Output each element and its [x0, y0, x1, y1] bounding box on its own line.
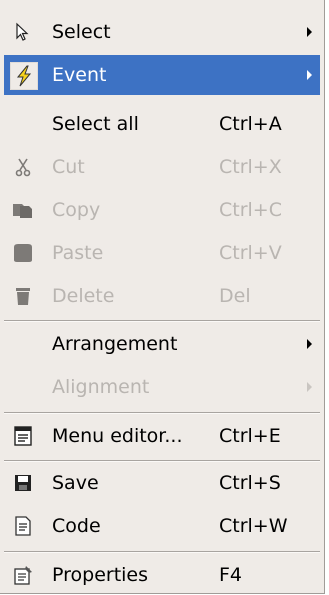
menu-separator: [4, 460, 320, 462]
menu-item-label: Alignment: [52, 376, 150, 398]
menu-item-menu-editor[interactable]: Menu editor... Ctrl+E: [0, 416, 324, 456]
menu-item-label: Select: [52, 21, 111, 43]
menu-item-label: Delete: [52, 285, 115, 307]
pointer-icon: [10, 19, 36, 45]
shortcut-label: Ctrl+V: [219, 242, 282, 264]
floppy-disk-icon: [10, 470, 36, 496]
context-menu: Select Event Select all Ctrl+A Cut Ctrl+…: [0, 0, 325, 594]
menu-item-label: Code: [52, 515, 101, 537]
submenu-arrow-icon: [307, 382, 312, 392]
paste-icon: [10, 240, 36, 266]
shortcut-label: Ctrl+S: [219, 472, 281, 494]
menu-item-copy[interactable]: Copy Ctrl+C: [0, 190, 324, 230]
lightning-icon: [10, 62, 38, 90]
menu-item-select-all[interactable]: Select all Ctrl+A: [0, 104, 324, 144]
menu-item-cut[interactable]: Cut Ctrl+X: [0, 147, 324, 187]
code-document-icon: [10, 513, 36, 539]
menu-separator: [4, 320, 320, 322]
menu-item-select[interactable]: Select: [0, 12, 324, 52]
menu-item-delete[interactable]: Delete Del: [0, 276, 324, 316]
shortcut-label: Ctrl+W: [219, 515, 288, 537]
submenu-arrow-icon: [307, 339, 312, 349]
menu-item-label: Properties: [52, 564, 149, 586]
shortcut-label: Del: [219, 285, 251, 307]
menu-item-label: Event: [52, 64, 107, 86]
shortcut-label: Ctrl+A: [219, 113, 282, 135]
trash-icon: [10, 283, 36, 309]
menu-separator: [4, 551, 320, 553]
menu-item-label: Save: [52, 472, 99, 494]
menu-item-label: Arrangement: [52, 333, 178, 355]
menu-item-code[interactable]: Code Ctrl+W: [0, 506, 324, 546]
menu-item-save[interactable]: Save Ctrl+S: [0, 463, 324, 503]
menu-item-paste[interactable]: Paste Ctrl+V: [0, 233, 324, 273]
shortcut-label: Ctrl+X: [219, 156, 282, 178]
menu-item-label: Menu editor...: [52, 425, 183, 447]
copy-icon: [10, 197, 36, 223]
submenu-arrow-icon: [307, 27, 312, 37]
menu-editor-icon: [10, 423, 36, 449]
menu-item-event[interactable]: Event: [4, 55, 320, 95]
scissors-icon: [10, 154, 36, 180]
submenu-arrow-icon: [307, 70, 312, 80]
menu-item-arrangement[interactable]: Arrangement: [0, 324, 324, 364]
properties-icon: [10, 562, 36, 588]
menu-item-alignment[interactable]: Alignment: [0, 367, 324, 407]
menu-item-properties[interactable]: Properties F4: [0, 555, 324, 595]
shortcut-label: F4: [219, 564, 243, 586]
shortcut-label: Ctrl+C: [219, 199, 282, 221]
menu-separator: [4, 412, 320, 414]
menu-item-label: Cut: [52, 156, 85, 178]
menu-item-label: Select all: [52, 113, 139, 135]
menu-item-label: Paste: [52, 242, 104, 264]
menu-item-label: Copy: [52, 199, 101, 221]
shortcut-label: Ctrl+E: [219, 425, 281, 447]
